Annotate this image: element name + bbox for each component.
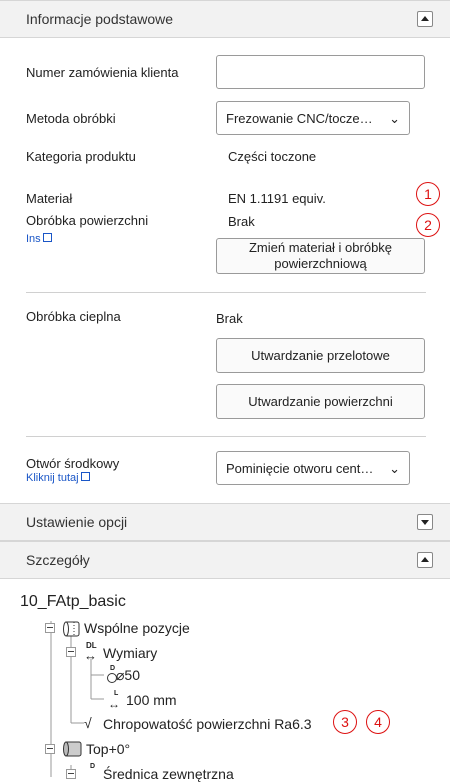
center-hole-select-value: Pominięcie otworu cent… [226,461,374,476]
collapse-toggle-button[interactable] [417,552,433,568]
tree-node-roughness[interactable]: Chropowatość powierzchni Ra6.3 [103,716,312,732]
triangle-up-icon [421,557,429,562]
change-material-button[interactable]: Zmień materiał i obróbkę powierzchniową [216,238,425,274]
order-number-label: Numer zamówienia klienta [26,65,179,80]
heat-treatment-label: Obróbka cieplna [26,309,121,324]
through-hardening-button[interactable]: Utwardzanie przelotowe [216,338,425,373]
order-number-input[interactable] [216,55,425,89]
tree-node-common[interactable]: Wspólne pozycje [84,620,190,636]
section-header-details[interactable]: Szczegóły [0,541,450,579]
triangle-up-icon [421,16,429,21]
surface-link[interactable]: Ins [26,233,52,245]
external-link-icon [42,233,52,242]
material-value: EN 1.1191 equiv. [228,191,326,206]
chevron-down-icon: ⌄ [389,111,400,126]
roughness-icon: √ [84,715,92,731]
surface-hardening-button[interactable]: Utwardzanie powierzchni [216,384,425,419]
category-value: Części toczone [228,149,317,164]
cylinder-icon [63,621,80,637]
method-label: Metoda obróbki [26,111,116,126]
category-label: Kategoria produktu [26,149,136,164]
center-hole-select[interactable]: Pominięcie otworu cent… ⌄ [216,451,410,485]
section-title: Szczegóły [26,552,90,568]
length-arrow-icon: ↔ [108,697,120,711]
diameter-icon-label: D [90,763,96,770]
collapse-toggle-button[interactable] [417,11,433,27]
dimension-arrow-icon: ↔ [84,648,97,663]
length-icon-label: L [114,690,119,697]
diameter-icon-label: D [110,665,116,672]
tree-node-diameter[interactable]: ⌀50 [116,667,140,684]
surface-value: Brak [228,214,255,229]
section-header-basic-info[interactable]: Informacje podstawowe [0,0,450,38]
tree-node-dimensions[interactable]: Wymiary [103,645,157,661]
triangle-down-icon [421,520,429,525]
annotation-badge-4: 4 [366,710,390,734]
collapse-node-icon[interactable] [45,623,55,633]
section-header-options[interactable]: Ustawienie opcji [0,503,450,541]
tree-node-outer-diameter[interactable]: Średnica zewnętrzna [103,766,234,782]
collapse-node-icon[interactable] [66,647,76,657]
tree-node-top[interactable]: Top+0° [86,741,130,757]
method-select-value: Frezowanie CNC/tocze… [226,111,373,126]
center-hole-label: Otwór środkowy [26,456,120,471]
cylinder-icon [63,741,82,757]
collapse-node-icon[interactable] [45,744,55,754]
annotation-badge-1: 1 [416,182,440,206]
chevron-down-icon: ⌄ [389,461,400,476]
external-link-icon [80,472,90,481]
surface-label: Obróbka powierzchni [26,213,149,228]
material-label: Materiał [26,191,73,206]
surface-link-text: Ins [26,233,41,245]
divider [26,292,426,293]
method-select[interactable]: Frezowanie CNC/tocze… ⌄ [216,101,410,135]
center-hole-link-text: Kliknij tutaj [26,472,79,484]
heat-treatment-value: Brak [216,311,243,326]
tree-node-length[interactable]: 100 mm [126,692,177,708]
expand-toggle-button[interactable] [417,514,433,530]
section-title: Informacje podstawowe [26,11,174,27]
tree-root-label: 10_FAtp_basic [20,593,126,610]
annotation-badge-2: 2 [416,213,440,237]
center-hole-link[interactable]: Kliknij tutaj [26,472,90,484]
divider [26,436,426,437]
collapse-node-icon[interactable] [66,769,76,779]
annotation-badge-3: 3 [333,710,357,734]
section-title: Ustawienie opcji [26,514,128,530]
